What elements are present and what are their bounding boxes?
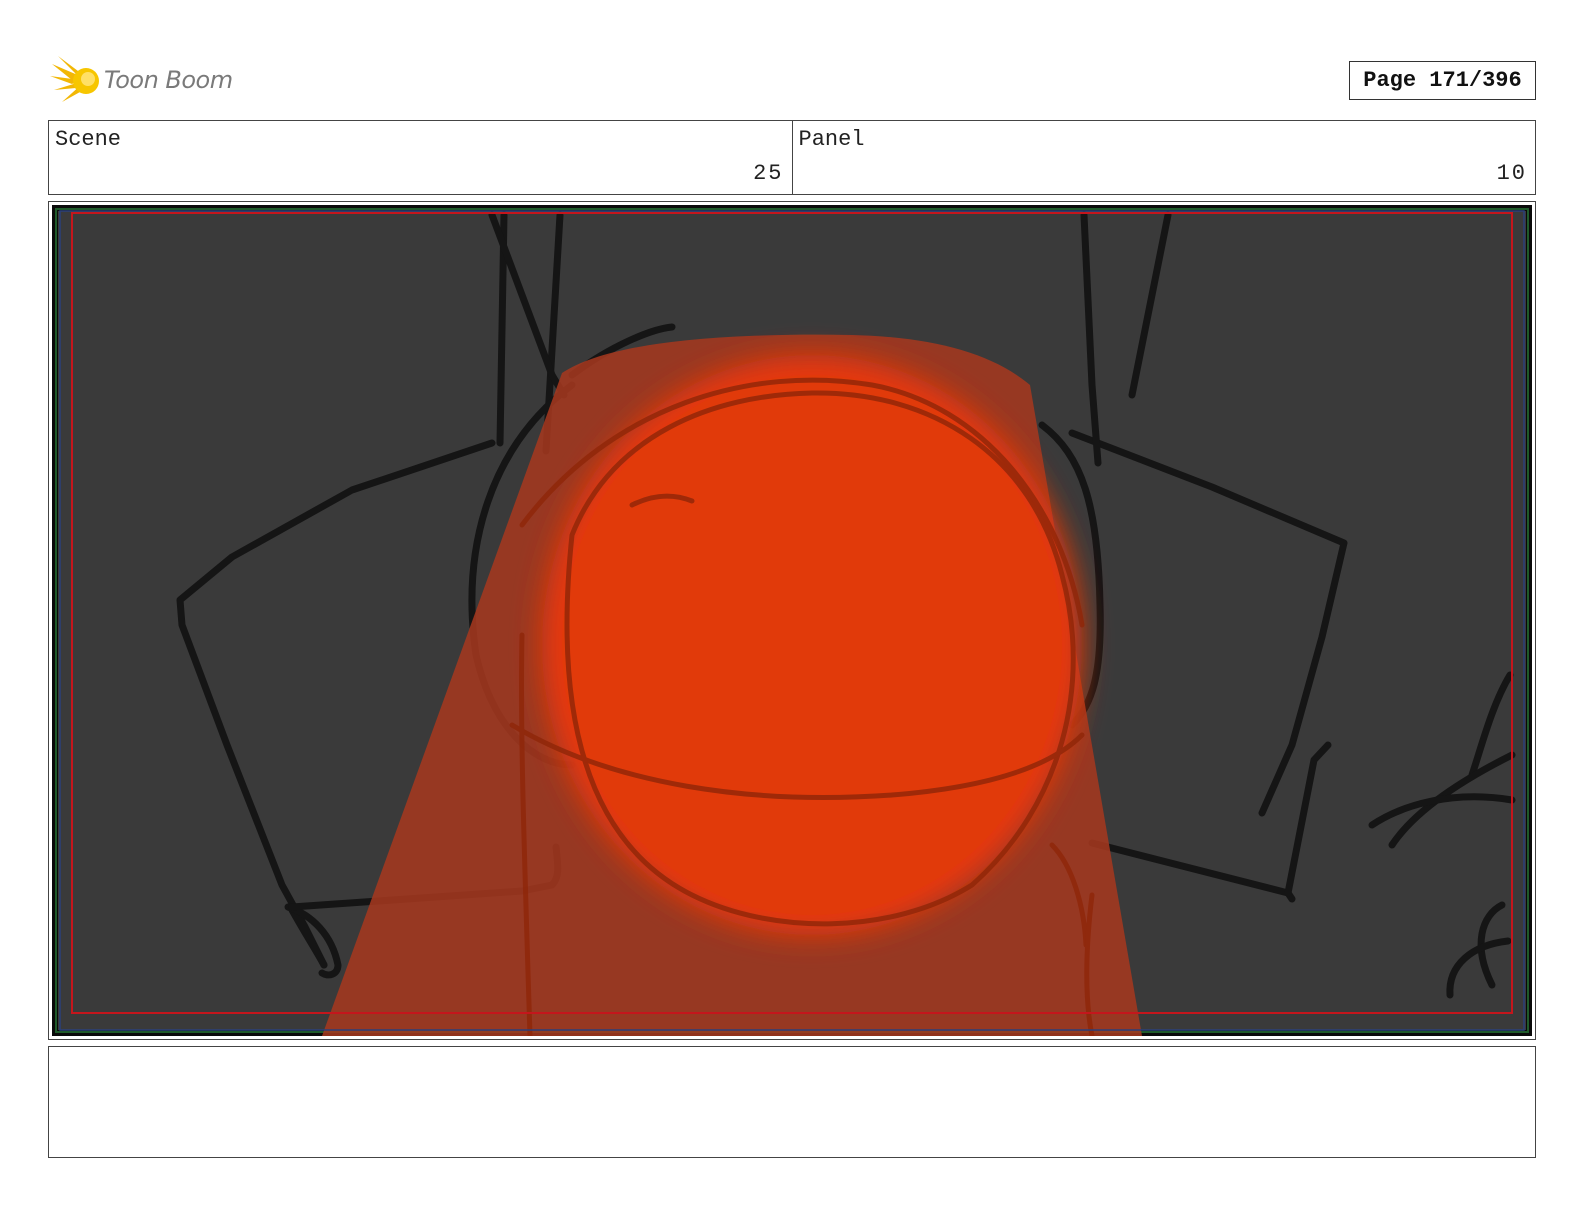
panel-image-frame [48,201,1536,1040]
page-counter: Page 171/396 [1349,61,1536,100]
starburst-icon [50,56,99,102]
notes-box [48,1046,1536,1158]
scene-label: Scene [55,127,122,152]
toon-boom-logo: Toon Boom [50,54,250,108]
storyboard-sketch-image [52,205,1532,1036]
scene-number: 25 [753,161,784,186]
scene-cell: Scene 25 [49,121,792,194]
panel-label: Panel [798,127,865,152]
panel-cell: Panel 10 [791,121,1536,194]
logo-wordmark: Toon Boom [104,66,233,94]
scene-panel-info: Scene 25 Panel 10 [48,120,1536,195]
panel-number: 10 [1496,161,1527,186]
